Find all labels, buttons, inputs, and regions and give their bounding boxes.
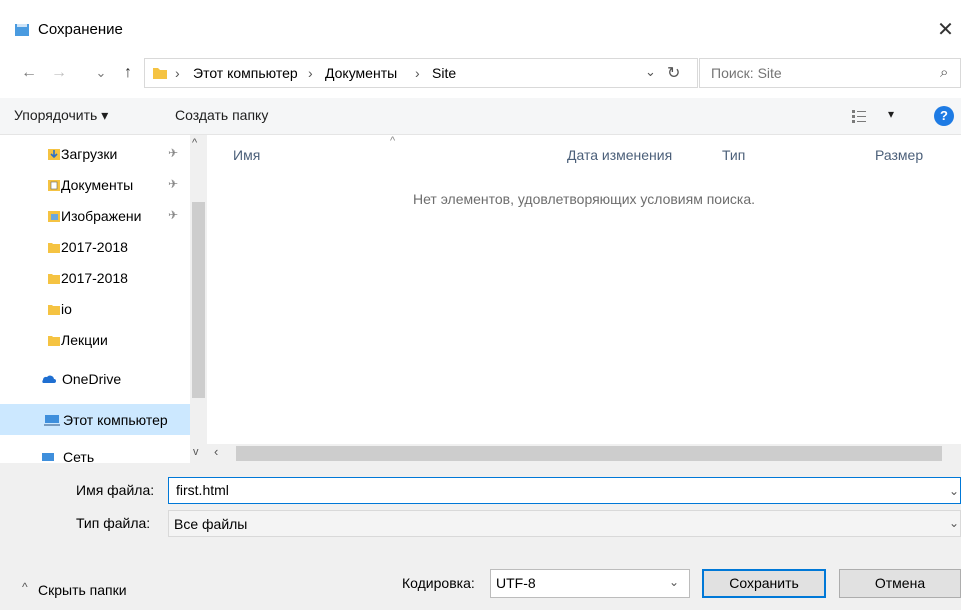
network-icon [42,453,54,461]
sidebar-item-label: Документы [61,177,134,193]
encoding-label: Кодировка: [402,575,475,591]
column-header-name[interactable]: Имя [233,147,260,163]
sort-indicator-icon: ^ [390,135,396,147]
search-box[interactable]: ⌕ [699,58,961,88]
navigation-scrollbar-thumb[interactable] [192,202,205,398]
onedrive-icon [42,375,56,383]
scroll-up-arrow-icon[interactable]: ^ [192,137,197,149]
sidebar-item-label: OneDrive [62,371,122,387]
sidebar-item-label: io [61,301,72,317]
chevron-down-icon[interactable]: ⌄ [949,484,959,498]
column-header-type[interactable]: Тип [722,147,745,163]
forward-button[interactable]: → [48,58,70,88]
documents-icon [48,180,60,191]
hide-folders-button[interactable]: Скрыть папки [38,582,127,598]
chevron-up-icon[interactable]: ^ [22,580,28,594]
sidebar-item-label: Лекции [61,332,108,348]
window-title: Сохранение [38,21,123,38]
search-icon[interactable]: ⌕ [940,64,948,81]
file-list: ^ Имя Дата изменения Тип Размер Нет элем… [207,135,961,445]
horizontal-scrollbar-thumb[interactable] [236,446,942,461]
address-bar[interactable]: › Этот компьютер › Документы › Site ⌄ ↻ [144,58,698,88]
folder-icon [48,305,60,315]
folder-icon [153,68,167,79]
filename-label: Имя файла: [76,482,155,498]
breadcrumb-documents[interactable]: Документы [325,65,397,81]
toolbar: Упорядочить ▾ Создать папку ▾ ? [0,98,961,135]
close-button[interactable]: ✕ [930,14,961,46]
organize-button[interactable]: Упорядочить ▾ [14,107,108,124]
sidebar-item-onedrive[interactable]: OneDrive [0,363,190,394]
sidebar-item-folder-lectures[interactable]: Лекции [0,324,190,355]
filetype-select[interactable]: Все файлы ⌄ [168,510,961,537]
sidebar-item-label: Изображени [61,208,142,224]
breadcrumb-site[interactable]: Site [432,65,456,81]
encoding-value: UTF-8 [496,575,536,591]
filetype-value: Все файлы [174,516,248,532]
breadcrumb-separator: › [308,65,313,81]
encoding-select[interactable]: UTF-8 ⌄ [490,569,690,598]
sidebar-item-label: 2017-2018 [61,239,128,255]
view-options-icon[interactable] [852,109,866,123]
breadcrumb-separator: › [175,65,180,81]
breadcrumb-this-pc[interactable]: Этот компьютер [193,65,298,81]
sidebar-item-folder-2017-2018[interactable]: 2017-2018 [0,231,190,262]
refresh-button[interactable]: ↻ [667,63,680,83]
save-dialog-icon [15,24,29,36]
sidebar-item-label: Этот компьютер [63,412,168,428]
sidebar-item-label: Загрузки [61,146,118,162]
empty-list-message: Нет элементов, удовлетворяющих условиям … [412,191,756,207]
filetype-label: Тип файла: [76,515,151,531]
column-header-size[interactable]: Размер [875,147,923,163]
filename-input[interactable] [174,481,938,499]
folder-icon [48,336,60,346]
folder-icon [48,243,60,253]
new-folder-button[interactable]: Создать папку [175,107,268,123]
scroll-left-arrow-icon[interactable]: ‹ [214,444,218,459]
view-dropdown-button[interactable]: ▾ [888,107,894,121]
save-button[interactable]: Сохранить [702,569,826,598]
sidebar-item-this-pc[interactable]: Этот компьютер [0,404,190,435]
pin-icon: ✈ [168,177,179,191]
back-button[interactable]: ← [18,58,40,88]
folder-icon [48,274,60,284]
computer-icon [44,415,60,426]
pictures-icon [48,211,60,222]
sidebar-item-folder-io[interactable]: io [0,293,190,324]
sidebar-item-label: Сеть [63,449,95,463]
navigation-pane: Загрузки ✈ Документы ✈ Изображени ✈ 2017… [0,135,207,463]
breadcrumb-separator: › [415,65,420,81]
sidebar-item-network[interactable]: Сеть [0,441,190,463]
sidebar-item-label: 2017-2018 [61,270,128,286]
up-button[interactable]: ↑ [117,58,139,88]
sidebar-item-folder-2017-2018[interactable]: 2017-2018 [0,262,190,293]
pin-icon: ✈ [168,208,179,222]
chevron-down-icon[interactable]: ⌄ [949,516,959,530]
cancel-button[interactable]: Отмена [839,569,961,598]
column-header-date[interactable]: Дата изменения [567,147,672,163]
search-input[interactable] [709,64,933,82]
address-dropdown-button[interactable]: ⌄ [645,64,656,80]
sidebar-item-documents[interactable]: Документы ✈ [0,169,190,200]
recent-locations-button[interactable]: ⌄ [93,58,109,88]
help-button[interactable]: ? [934,106,954,126]
sidebar-item-downloads[interactable]: Загрузки ✈ [0,138,190,169]
filename-field[interactable]: ⌄ [168,477,961,504]
scroll-down-arrow-icon[interactable]: v [193,446,199,458]
downloads-icon [48,149,60,160]
sidebar-item-pictures[interactable]: Изображени ✈ [0,200,190,231]
chevron-down-icon[interactable]: ⌄ [669,575,679,589]
pin-icon: ✈ [168,146,179,160]
title-bar [0,0,961,46]
